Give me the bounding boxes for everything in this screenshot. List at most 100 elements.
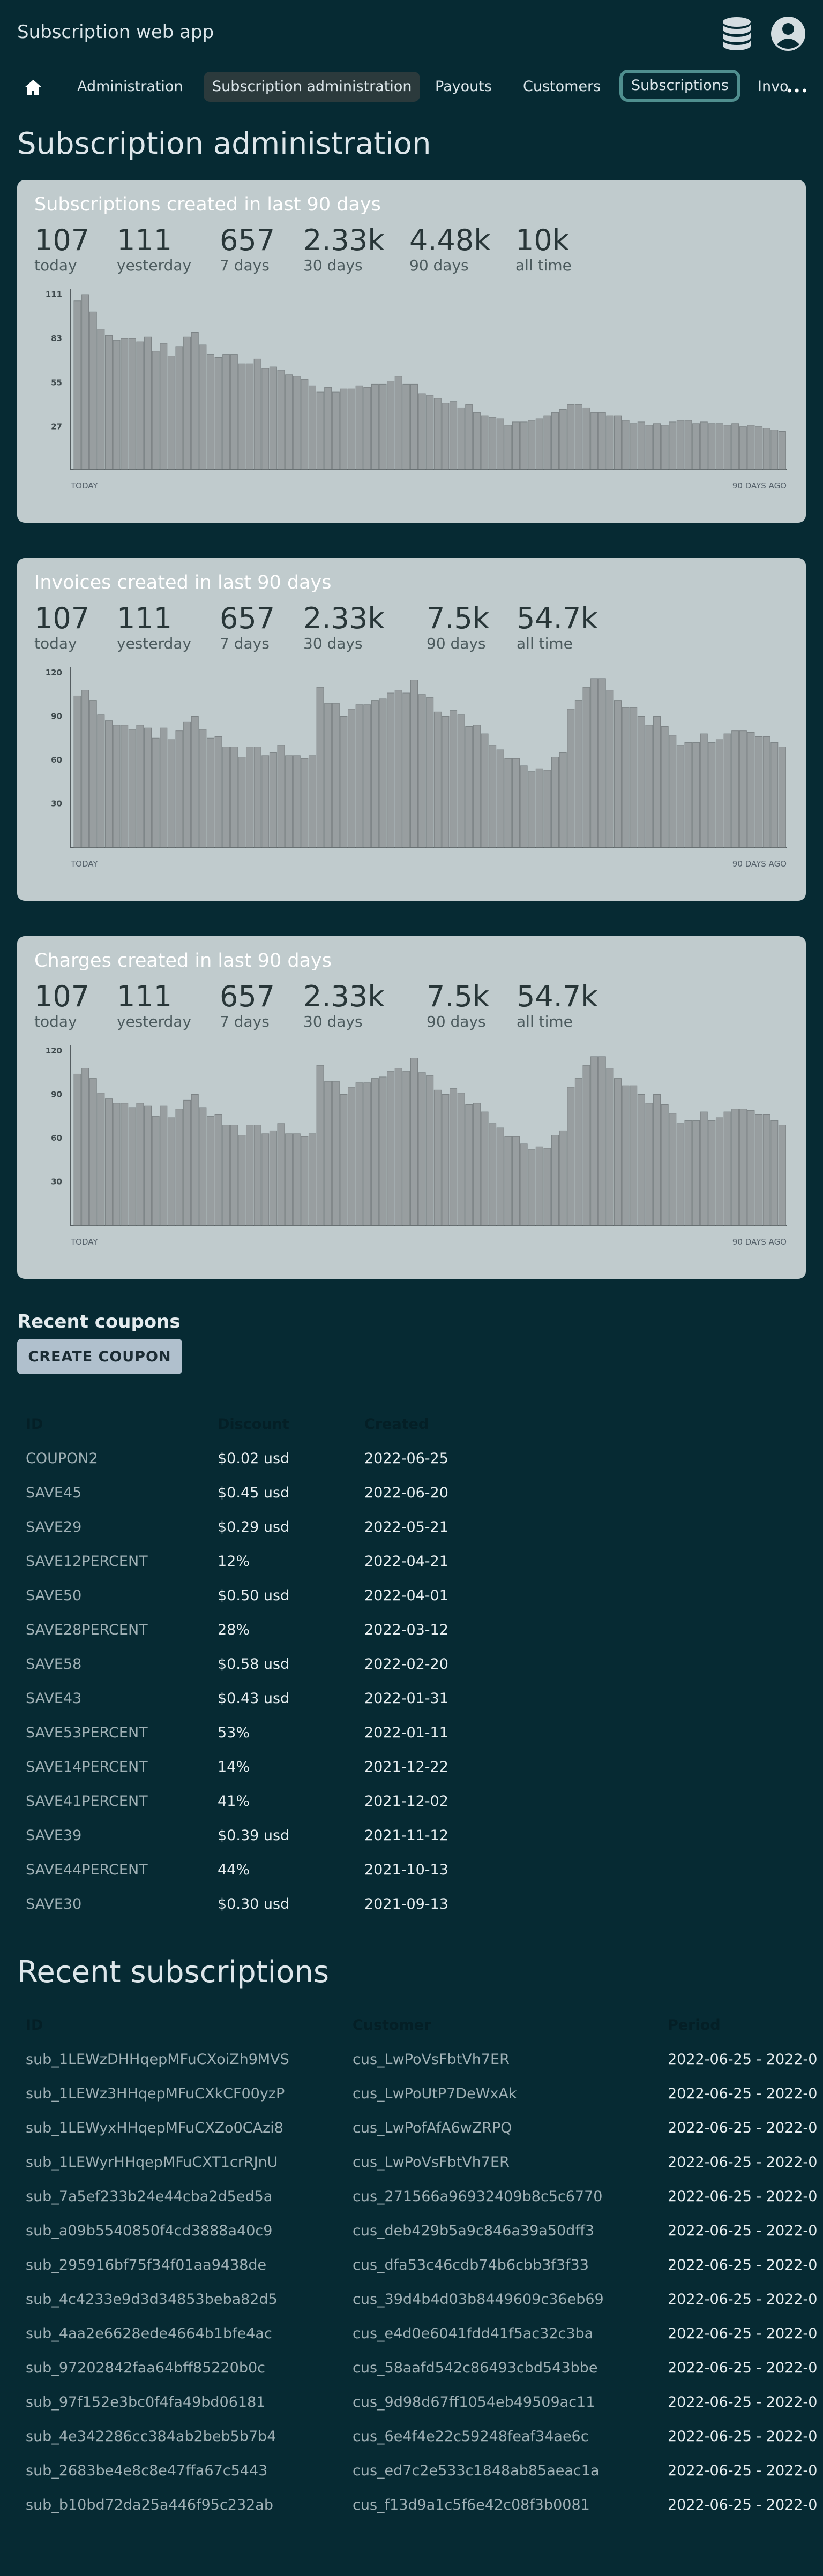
coupon-id[interactable]: SAVE28PERCENT (26, 1622, 148, 1638)
chart-bar (355, 704, 363, 848)
subscription-customer[interactable]: cus_6e4f4e22c59248feaf34ae6c (353, 2428, 589, 2445)
subscription-id[interactable]: sub_1LEWzDHHqepMFuCXoiZh9MVS (26, 2051, 289, 2068)
subscription-id[interactable]: sub_97202842faa64bff85220b0c (26, 2360, 265, 2376)
chart-bar (128, 1107, 136, 1226)
chart-bar (590, 412, 598, 470)
coupon-discount: 12% (218, 1553, 250, 1570)
subscription-id[interactable]: sub_4e342286cc384ab2beb5b7b4 (26, 2428, 276, 2445)
coupon-id[interactable]: SAVE45 (26, 1485, 81, 1501)
coupon-id[interactable]: SAVE58 (26, 1656, 81, 1673)
column-header-id[interactable]: ID (26, 1416, 43, 1433)
nav-administration[interactable]: Administration (77, 72, 183, 102)
coupon-id[interactable]: SAVE41PERCENT (26, 1793, 148, 1810)
subscription-customer[interactable]: cus_LwPoVsFbtVh7ER (353, 2154, 510, 2171)
chart-bar (637, 421, 645, 470)
chart-bar (214, 1114, 222, 1226)
chart-bar (661, 1104, 669, 1226)
subscription-id[interactable]: sub_1LEWz3HHqepMFuCXkCF00yzP (26, 2085, 285, 2102)
chart-bar (238, 363, 246, 470)
nav-subscriptions[interactable]: Subscriptions (619, 70, 740, 102)
subscription-id[interactable]: sub_295916bf75f34f01aa9438de (26, 2257, 266, 2273)
chart-bar (246, 1125, 254, 1226)
subscription-id[interactable]: sub_b10bd72da25a446f95c232ab (26, 2497, 273, 2513)
subscription-customer[interactable]: cus_ed7c2e533c1848ab85aeac1a (353, 2462, 600, 2479)
chart-bar (676, 745, 684, 848)
chart-bar (253, 747, 261, 848)
coupon-id[interactable]: SAVE39 (26, 1827, 81, 1844)
coupon-discount: $0.02 usd (218, 1450, 290, 1467)
chart-bar (504, 1136, 512, 1226)
subscription-customer[interactable]: cus_39d4b4d03b8449609c36eb69 (353, 2291, 604, 2308)
database-icon[interactable] (718, 15, 755, 52)
more-icon[interactable]: ••• (785, 85, 808, 97)
main-nav: Administration Subscription administrati… (0, 69, 823, 106)
coupon-created: 2021-12-22 (364, 1759, 448, 1775)
chart-bar (81, 1068, 89, 1226)
coupon-id[interactable]: SAVE30 (26, 1896, 81, 1912)
coupon-created: 2022-02-20 (364, 1656, 448, 1673)
coupon-id[interactable]: SAVE53PERCENT (26, 1724, 148, 1741)
chart-bar (543, 1148, 551, 1226)
subscription-id[interactable]: sub_2683be4e8c8e47ffa67c5443 (26, 2462, 267, 2479)
coupon-id[interactable]: SAVE44PERCENT (26, 1862, 148, 1878)
chart-bar (89, 700, 97, 848)
subscription-customer[interactable]: cus_e4d0e6041fdd41f5ac32c3ba (353, 2325, 593, 2342)
nav-subscription-administration[interactable]: Subscription administration (204, 72, 421, 102)
coupon-id[interactable]: SAVE43 (26, 1690, 81, 1707)
coupon-created: 2021-10-13 (364, 1862, 448, 1878)
subscription-id[interactable]: sub_4c4233e9d3d34853beba82d5 (26, 2291, 278, 2308)
chart-bar (778, 431, 786, 470)
coupon-id[interactable]: SAVE29 (26, 1519, 81, 1535)
column-header-id[interactable]: ID (26, 2017, 43, 2033)
subscription-customer[interactable]: cus_LwPofAfA6wZRPQ (353, 2120, 512, 2136)
column-header-discount[interactable]: Discount (218, 1416, 289, 1433)
chart-bar (762, 428, 770, 470)
chart-bar (261, 755, 270, 848)
chart-bar (402, 1071, 410, 1226)
coupon-id[interactable]: SAVE50 (26, 1587, 81, 1604)
account-icon[interactable] (769, 15, 807, 52)
subscription-customer[interactable]: cus_deb429b5a9c846a39a50dff3 (353, 2223, 594, 2239)
subscription-id[interactable]: sub_1LEWyrHHqepMFuCXT1crRJnU (26, 2154, 278, 2171)
subscription-customer[interactable]: cus_LwPoUtP7DeWxAk (353, 2085, 517, 2102)
chart-bar (418, 1072, 426, 1226)
chart-bar (567, 1087, 575, 1226)
chart-bar (206, 1116, 214, 1226)
chart-bar (606, 415, 614, 470)
chart-bar (755, 736, 763, 848)
subscription-customer[interactable]: cus_271566a96932409b8c5c6770 (353, 2188, 602, 2205)
subscription-id[interactable]: sub_4aa2e6628ede4664b1bfe4ac (26, 2325, 272, 2342)
subscription-id[interactable]: sub_97f152e3bc0f4fa49bd06181 (26, 2394, 265, 2411)
chart-bar (778, 1125, 786, 1226)
coupon-id[interactable]: SAVE14PERCENT (26, 1759, 148, 1775)
create-coupon-button[interactable]: CREATE COUPON (17, 1339, 182, 1374)
chart-bar (183, 1099, 191, 1226)
app-title: Subscription web app (17, 21, 214, 43)
column-header-customer[interactable]: Customer (353, 2017, 431, 2033)
nav-payouts[interactable]: Payouts (435, 72, 492, 102)
subscription-customer[interactable]: cus_dfa53c46cdb74b6cbb3f3f33 (353, 2257, 589, 2273)
subscription-id[interactable]: sub_a09b5540850f4cd3888a40c9 (26, 2223, 272, 2239)
nav-customers[interactable]: Customers (523, 72, 601, 102)
chart-bar (574, 404, 582, 470)
chart-bar (183, 721, 191, 848)
subscription-customer[interactable]: cus_9d98d67ff1054eb49509ac11 (353, 2394, 595, 2411)
chart-bar (81, 690, 89, 848)
chart-bar (551, 757, 559, 848)
chart-bar (340, 388, 348, 470)
nav-invoices[interactable]: Invo (758, 72, 789, 102)
home-icon[interactable] (24, 78, 43, 97)
subscription-customer[interactable]: cus_58aafd542c86493cbd543bbe (353, 2360, 597, 2376)
coupon-id[interactable]: COUPON2 (26, 1450, 98, 1467)
y-tick-label: 90 (51, 712, 62, 721)
chart-bar (371, 383, 379, 470)
bar-chart: 111 83 55 27 TODAY 90 DAYS AGO (46, 289, 787, 491)
column-header-created[interactable]: Created (364, 1416, 429, 1433)
chart-bar (402, 692, 410, 848)
column-header-period[interactable]: Period (668, 2017, 721, 2033)
coupon-id[interactable]: SAVE12PERCENT (26, 1553, 148, 1570)
subscription-id[interactable]: sub_7a5ef233b24e44cba2d5ed5a (26, 2188, 272, 2205)
subscription-customer[interactable]: cus_f13d9a1c5f6e42c08f3b0081 (353, 2497, 590, 2513)
subscription-id[interactable]: sub_1LEWyxHHqepMFuCXZo0CAzi8 (26, 2120, 283, 2136)
subscription-customer[interactable]: cus_LwPoVsFbtVh7ER (353, 2051, 510, 2068)
